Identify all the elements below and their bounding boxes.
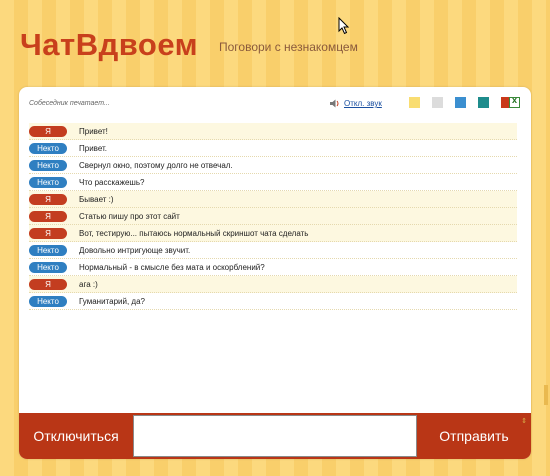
sender-badge: Я — [29, 210, 67, 222]
message-text: Нормальный - в смысле без мата и оскорбл… — [79, 262, 265, 272]
message-text: Привет! — [79, 126, 108, 136]
theme-swatch[interactable] — [455, 97, 466, 108]
message-row: Некто Свернул окно, поэтому долго не отве… — [29, 157, 517, 174]
message-row: Я Вот, тестирую... пытаюсь нормальный скр… — [29, 225, 517, 242]
status-bar: Собеседник печатает... Откл. звук — [29, 95, 521, 113]
sender-badge: Некто — [29, 142, 67, 154]
sender-badge: Я — [29, 125, 67, 137]
sender-badge: Некто — [29, 261, 67, 273]
sender-badge: Я — [29, 193, 67, 205]
send-button[interactable]: Отправить — [417, 413, 531, 459]
sender-badge: Некто — [29, 295, 67, 307]
message-row: Некто Нормальный - в смысле без мата и ос… — [29, 259, 517, 276]
message-row: Я Привет! — [29, 123, 517, 140]
disconnect-button[interactable]: Отключиться — [19, 413, 133, 459]
message-text: Что расскажешь? — [79, 177, 145, 187]
page-scrollbar[interactable] — [544, 385, 548, 405]
sound-toggle[interactable]: Откл. звук — [330, 99, 382, 108]
message-text: ага :) — [79, 279, 98, 289]
sender-badge: Я — [29, 278, 67, 290]
theme-swatch[interactable] — [478, 97, 489, 108]
message-text: Довольно интригующе звучит. — [79, 245, 191, 255]
typing-indicator: Собеседник печатает... — [29, 100, 110, 107]
message-row: Некто Привет. — [29, 140, 517, 157]
site-tagline: Поговори с незнакомцем — [219, 40, 358, 54]
message-text: Свернул окно, поэтому долго не отвечал. — [79, 160, 233, 170]
theme-swatch[interactable] — [409, 97, 420, 108]
message-log: Я Привет! Некто Привет. Некто Свернул окно, п… — [29, 123, 517, 310]
message-row: Некто Что расскажешь? — [29, 174, 517, 191]
message-row: Некто Гуманитарий, да? — [29, 293, 517, 310]
site-logo[interactable]: ЧатВдвоем — [20, 27, 198, 63]
speaker-icon — [330, 99, 339, 108]
message-text: Статью пишу про этот сайт — [79, 211, 180, 221]
excel-icon[interactable] — [509, 95, 520, 108]
sender-badge: Некто — [29, 244, 67, 256]
message-text: Привет. — [79, 143, 108, 153]
sender-badge: Некто — [29, 159, 67, 171]
sender-badge: Некто — [29, 176, 67, 188]
sender-badge: Я — [29, 227, 67, 239]
message-row: Некто Довольно интригующе звучит. — [29, 242, 517, 259]
message-row: Я Бывает :) — [29, 191, 517, 208]
message-input[interactable] — [133, 415, 417, 457]
message-text: Гуманитарий, да? — [79, 296, 145, 306]
message-text: Вот, тестирую... пытаюсь нормальный скри… — [79, 228, 309, 238]
theme-swatch[interactable] — [432, 97, 443, 108]
composer-bar: Отключиться ⇕ Отправить — [19, 413, 531, 459]
message-text: Бывает :) — [79, 194, 114, 204]
message-row: Яага :) — [29, 276, 517, 293]
chat-panel: Собеседник печатает... Откл. звук Я Приве… — [19, 87, 531, 459]
sound-toggle-label[interactable]: Откл. звук — [344, 99, 382, 108]
message-row: Я Статью пишу про этот сайт — [29, 208, 517, 225]
mouse-cursor-icon — [338, 17, 350, 35]
